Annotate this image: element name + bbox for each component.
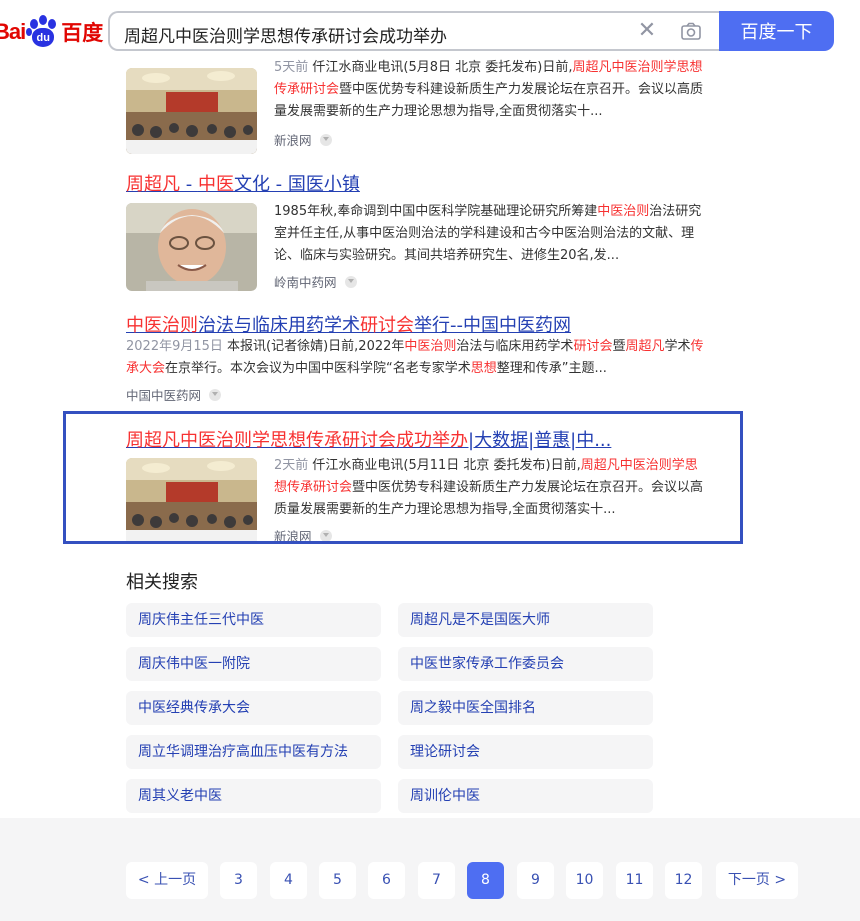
snippet-text: 1985年秋,奉命调到中国中医科学院基础理论研究所筹建 bbox=[274, 204, 598, 219]
related-search-item[interactable]: 周之毅中医全国排名 bbox=[398, 691, 653, 725]
search-input[interactable]: 周超凡中医治则学思想传承研讨会成功举办 ✕ bbox=[108, 11, 720, 51]
paw-icon: du bbox=[26, 15, 60, 49]
result-thumbnail[interactable] bbox=[126, 68, 257, 154]
result-title-link[interactable]: 中医治则治法与临床用药学术研讨会举行--中国中医药网 bbox=[126, 311, 736, 337]
result-source[interactable]: 新浪网 bbox=[274, 526, 332, 541]
related-search-item[interactable]: 周训伦中医 bbox=[398, 779, 653, 813]
logo-text: Bai bbox=[0, 19, 26, 44]
search-result: 中医治则治法与临床用药学术研讨会举行--中国中医药网 2022年9月15日 本报… bbox=[126, 311, 736, 406]
page-button[interactable]: 9 bbox=[517, 862, 554, 899]
result-thumbnail[interactable] bbox=[126, 203, 257, 291]
page-button[interactable]: 6 bbox=[368, 862, 405, 899]
result-source[interactable]: 新浪网 bbox=[274, 130, 332, 149]
search-result: 5天前 仟江水商业电讯(5月8日 北京 委托发布)日前,周超凡中医治则学思想传承… bbox=[126, 60, 736, 154]
next-page-button[interactable]: 下一页 > bbox=[716, 862, 798, 899]
page-button[interactable]: 3 bbox=[220, 862, 257, 899]
related-search-item[interactable]: 理论研讨会 bbox=[398, 735, 653, 769]
camera-icon[interactable] bbox=[680, 21, 702, 43]
search-result: 周超凡中医治则学思想传承研讨会成功举办|大数据|普惠|中... 2天前 仟江水商… bbox=[126, 426, 736, 541]
page-button[interactable]: 10 bbox=[566, 862, 603, 899]
related-searches-title: 相关搜索 bbox=[126, 572, 198, 593]
related-search-item[interactable]: 周超凡是不是国医大师 bbox=[398, 603, 653, 637]
related-search-item[interactable]: 周其义老中医 bbox=[126, 779, 381, 813]
result-date: 2天前 bbox=[274, 458, 313, 473]
related-search-item[interactable]: 周庆伟主任三代中医 bbox=[126, 603, 381, 637]
snippet-highlight: 中医治则 bbox=[597, 204, 650, 219]
result-source[interactable]: 中国中医药网 bbox=[126, 385, 222, 404]
logo-text-cn: 百度 bbox=[61, 21, 104, 45]
result-snippet: 1985年秋,奉命调到中国中医科学院基础理论研究所筹建中医治则治法研究室并任主任… bbox=[274, 201, 708, 267]
chevron-down-icon[interactable] bbox=[319, 529, 332, 541]
result-source[interactable]: 岭南中药网 bbox=[274, 272, 357, 291]
search-button[interactable]: 百度一下 bbox=[719, 11, 834, 51]
snippet-text: 暨中医优势专科建设新质生产力发展论坛在京召开。会议以高质量发展需要新的生产力理论… bbox=[274, 82, 704, 119]
related-search-item[interactable]: 周立华调理治疗高血压中医有方法 bbox=[126, 735, 381, 769]
search-result: 周超凡 - 中医文化 - 国医小镇 1985年秋,奉命调到中国中医科学院基础理论… bbox=[126, 170, 736, 295]
result-date: 2022年9月15日 bbox=[126, 339, 228, 354]
snippet-text: 仟江水商业电讯(5月8日 北京 委托发布)日前, bbox=[312, 60, 573, 75]
page-button[interactable]: 4 bbox=[270, 862, 307, 899]
related-search-item[interactable]: 中医世家传承工作委员会 bbox=[398, 647, 653, 681]
baidu-logo[interactable]: Bai du 百度 bbox=[0, 14, 103, 50]
search-query[interactable]: 周超凡中医治则学思想传承研讨会成功举办 bbox=[124, 22, 447, 47]
result-thumbnail[interactable] bbox=[126, 458, 257, 541]
page-button[interactable]: 11 bbox=[616, 862, 653, 899]
page-button[interactable]: 7 bbox=[418, 862, 455, 899]
result-title-link[interactable]: 周超凡中医治则学思想传承研讨会成功举办|大数据|普惠|中... bbox=[126, 426, 736, 452]
page-button[interactable]: 5 bbox=[319, 862, 356, 899]
header: Bai du 百度 周超凡中医治则学思想传承研讨会成功举办 ✕ 百度一下 bbox=[0, 0, 860, 64]
current-page-button[interactable]: 8 bbox=[467, 862, 504, 899]
close-icon[interactable]: ✕ bbox=[635, 19, 659, 43]
related-search-item[interactable]: 周庆伟中医一附院 bbox=[126, 647, 381, 681]
related-search-item[interactable]: 中医经典传承大会 bbox=[126, 691, 381, 725]
result-snippet: 2022年9月15日 本报讯(记者徐婧)日前,2022年中医治则治法与临床用药学… bbox=[126, 339, 704, 376]
result-snippet: 5天前 仟江水商业电讯(5月8日 北京 委托发布)日前,周超凡中医治则学思想传承… bbox=[274, 57, 708, 123]
page-button[interactable]: 12 bbox=[665, 862, 702, 899]
result-date: 5天前 bbox=[274, 60, 313, 75]
result-snippet: 2天前 仟江水商业电讯(5月11日 北京 委托发布)日前,周超凡中医治则学思想传… bbox=[274, 458, 704, 517]
chevron-down-icon[interactable] bbox=[319, 133, 332, 146]
result-title-link[interactable]: 周超凡 - 中医文化 - 国医小镇 bbox=[126, 170, 736, 196]
chevron-down-icon[interactable] bbox=[344, 275, 357, 288]
chevron-down-icon[interactable] bbox=[209, 388, 222, 401]
prev-page-button[interactable]: < 上一页 bbox=[126, 862, 208, 899]
